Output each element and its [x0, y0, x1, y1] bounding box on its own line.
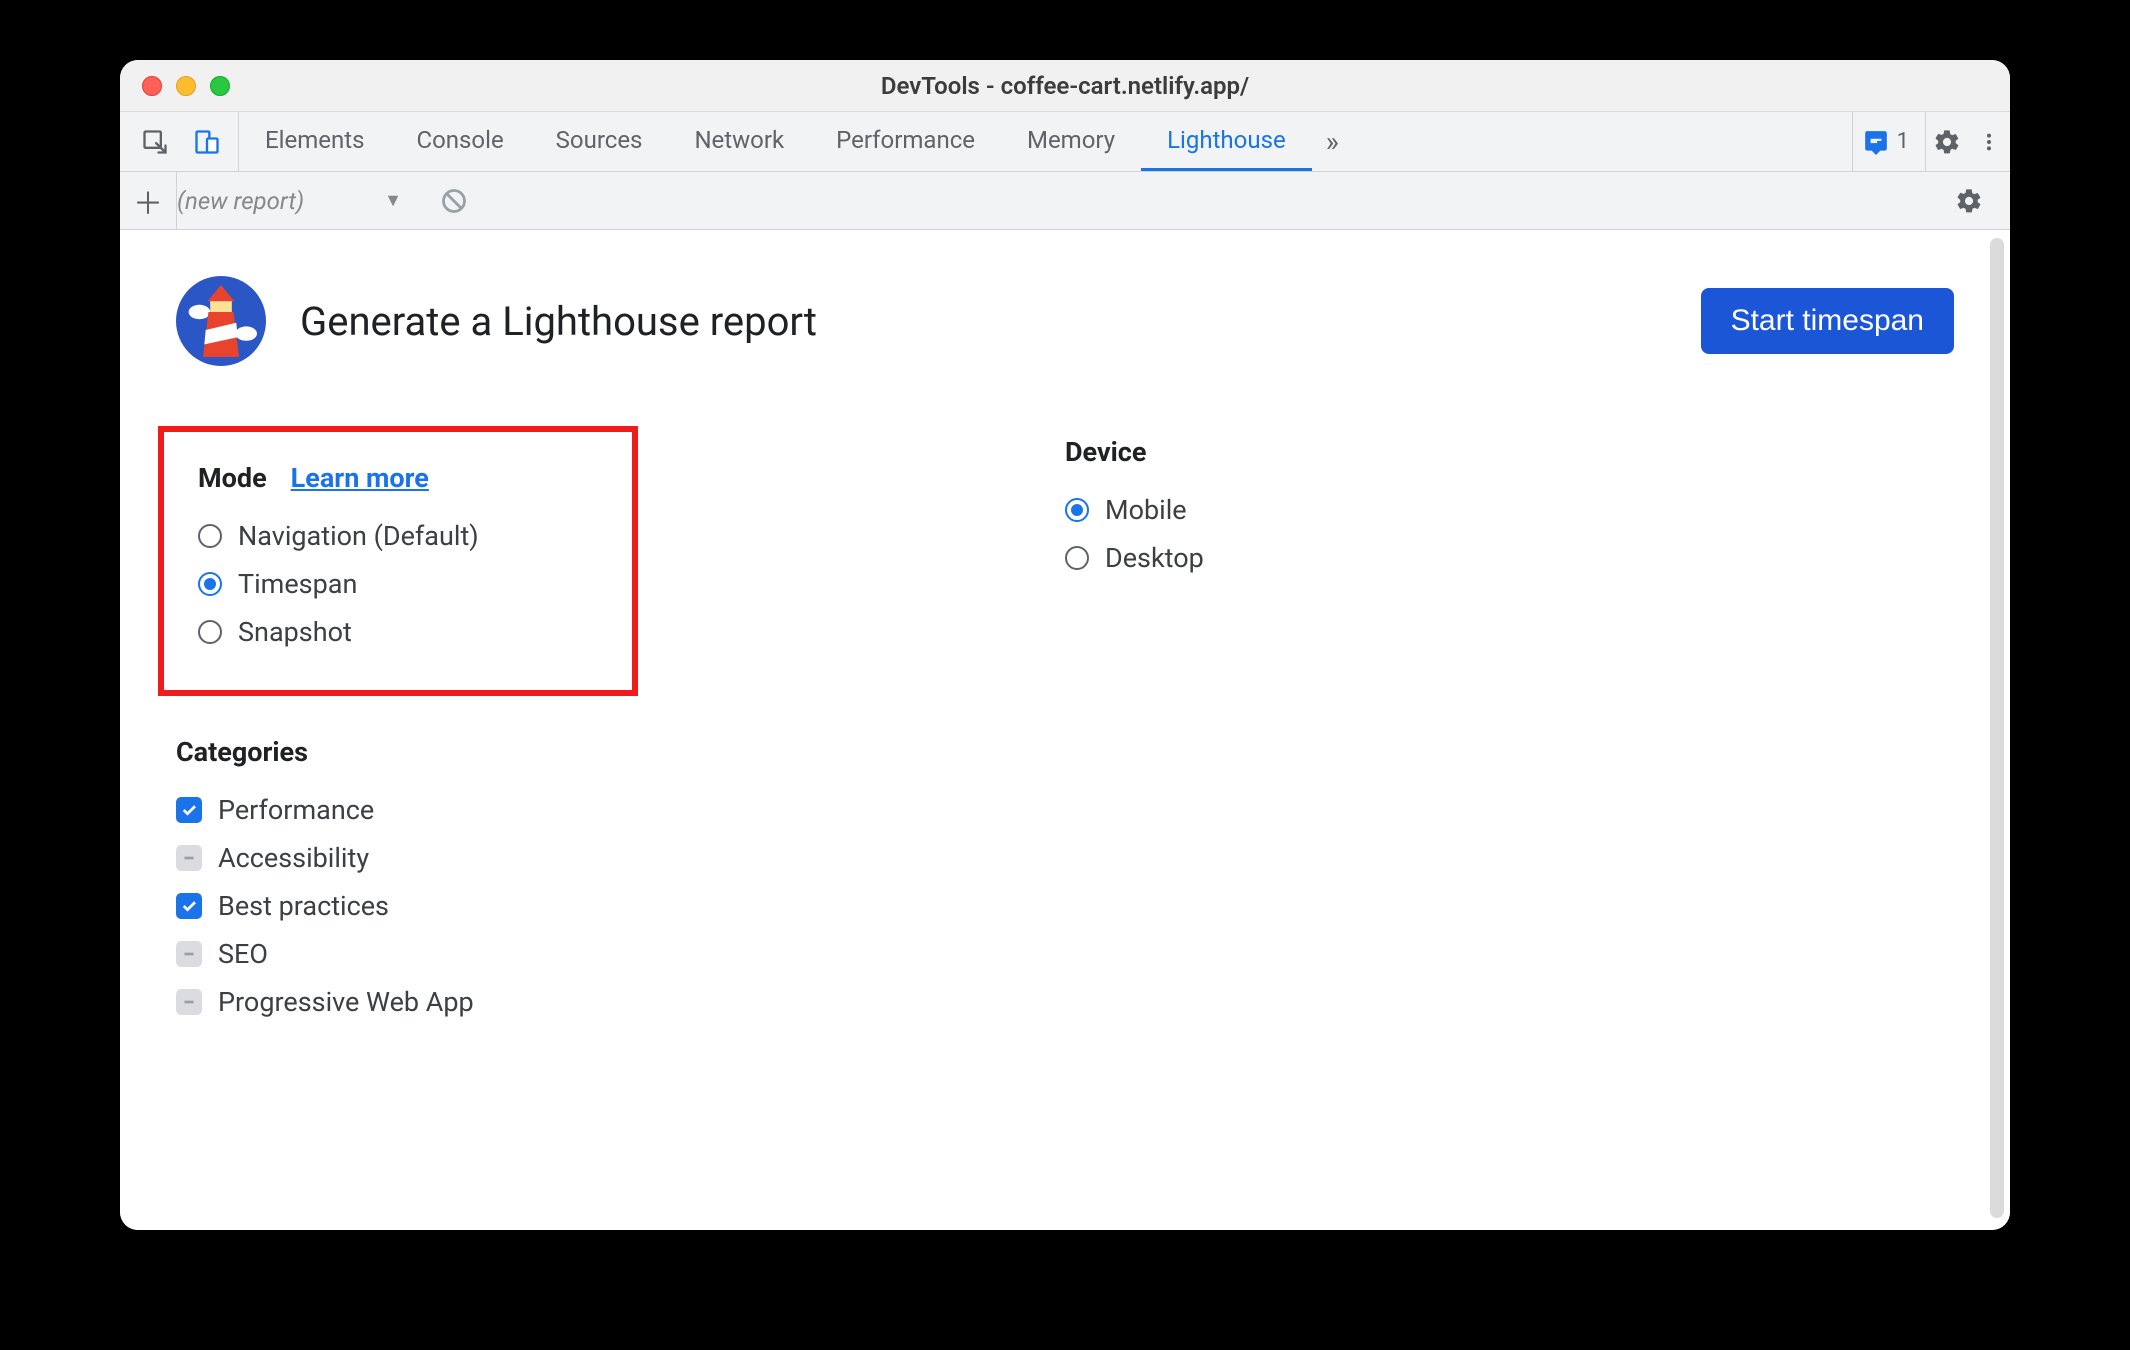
mode-option-label: Navigation (Default): [238, 520, 479, 552]
lighthouse-logo-icon: [176, 276, 266, 366]
category-label: Best practices: [218, 890, 389, 922]
scrollbar[interactable]: [1990, 238, 2004, 1218]
category-option-performance[interactable]: Performance: [176, 786, 1065, 834]
report-selector[interactable]: (new report) ▼: [177, 187, 422, 215]
issues-badge[interactable]: 1: [1853, 125, 1919, 159]
page-title: Generate a Lighthouse report: [300, 298, 817, 345]
mode-option-snapshot[interactable]: Snapshot: [198, 608, 614, 656]
category-option-pwa[interactable]: Progressive Web App: [176, 978, 1065, 1026]
radio-icon: [198, 620, 222, 644]
tab-network[interactable]: Network: [668, 112, 810, 171]
clear-button[interactable]: [440, 187, 468, 215]
category-label: Performance: [218, 794, 374, 826]
zoom-window-button[interactable]: [210, 76, 230, 96]
radio-icon: [198, 524, 222, 548]
device-toolbar-icon[interactable]: [186, 121, 228, 163]
checkbox-icon: [176, 797, 202, 823]
categories-group-label: Categories: [176, 736, 1065, 768]
devtools-window: DevTools - coffee-cart.netlify.app/ Elem…: [120, 60, 2010, 1230]
new-report-button[interactable]: ＋: [120, 179, 176, 223]
radio-icon: [1065, 546, 1089, 570]
lighthouse-toolbar: ＋ (new report) ▼: [120, 172, 2010, 230]
checkbox-icon: [176, 893, 202, 919]
tab-console[interactable]: Console: [390, 112, 529, 171]
learn-more-link[interactable]: Learn more: [291, 462, 429, 494]
category-label: Accessibility: [218, 842, 369, 874]
window-title: DevTools - coffee-cart.netlify.app/: [120, 72, 2010, 100]
mode-option-navigation[interactable]: Navigation (Default): [198, 512, 614, 560]
lighthouse-panel: Generate a Lighthouse report Start times…: [120, 230, 2010, 1230]
mode-option-timespan[interactable]: Timespan: [198, 560, 614, 608]
issues-count: 1: [1897, 129, 1909, 154]
inspect-element-icon[interactable]: [134, 121, 176, 163]
category-option-accessibility[interactable]: Accessibility: [176, 834, 1065, 882]
mode-group-label: Mode: [198, 462, 267, 494]
checkbox-icon: [176, 989, 202, 1015]
device-group-label: Device: [1065, 436, 1954, 468]
category-label: Progressive Web App: [218, 986, 474, 1018]
categories-group: Categories Performance Accessibility: [176, 736, 1065, 1026]
tabs-overflow-button[interactable]: »: [1312, 112, 1353, 171]
checkbox-icon: [176, 845, 202, 871]
tab-sources[interactable]: Sources: [530, 112, 669, 171]
tab-memory[interactable]: Memory: [1001, 112, 1141, 171]
device-option-desktop[interactable]: Desktop: [1065, 534, 1954, 582]
tab-lighthouse[interactable]: Lighthouse: [1141, 112, 1312, 171]
tab-elements[interactable]: Elements: [239, 112, 390, 171]
devtools-tabstrip: Elements Console Sources Network Perform…: [120, 112, 2010, 172]
checkbox-icon: [176, 941, 202, 967]
report-selector-label: (new report): [177, 187, 304, 215]
titlebar: DevTools - coffee-cart.netlify.app/: [120, 60, 2010, 112]
category-option-best-practices[interactable]: Best practices: [176, 882, 1065, 930]
lighthouse-settings-icon[interactable]: [1948, 180, 1990, 222]
category-label: SEO: [218, 938, 268, 970]
radio-icon: [198, 572, 222, 596]
lighthouse-header: Generate a Lighthouse report Start times…: [176, 276, 1954, 366]
device-option-mobile[interactable]: Mobile: [1065, 486, 1954, 534]
chevron-down-icon: ▼: [384, 190, 402, 211]
tab-list: Elements Console Sources Network Perform…: [239, 112, 1312, 171]
mode-option-label: Timespan: [238, 568, 357, 600]
radio-icon: [1065, 498, 1089, 522]
start-timespan-button[interactable]: Start timespan: [1701, 288, 1954, 354]
device-group: Device Mobile Desktop: [1065, 436, 1954, 1026]
window-controls: [142, 76, 230, 96]
minimize-window-button[interactable]: [176, 76, 196, 96]
tab-performance[interactable]: Performance: [810, 112, 1001, 171]
settings-gear-icon[interactable]: [1926, 121, 1968, 163]
mode-option-label: Snapshot: [238, 616, 352, 648]
close-window-button[interactable]: [142, 76, 162, 96]
device-option-label: Desktop: [1105, 542, 1204, 574]
kebab-menu-icon[interactable]: [1968, 121, 2010, 163]
category-option-seo[interactable]: SEO: [176, 930, 1065, 978]
mode-group-highlight: Mode Learn more Navigation (Default) Tim…: [158, 426, 638, 696]
device-option-label: Mobile: [1105, 494, 1187, 526]
